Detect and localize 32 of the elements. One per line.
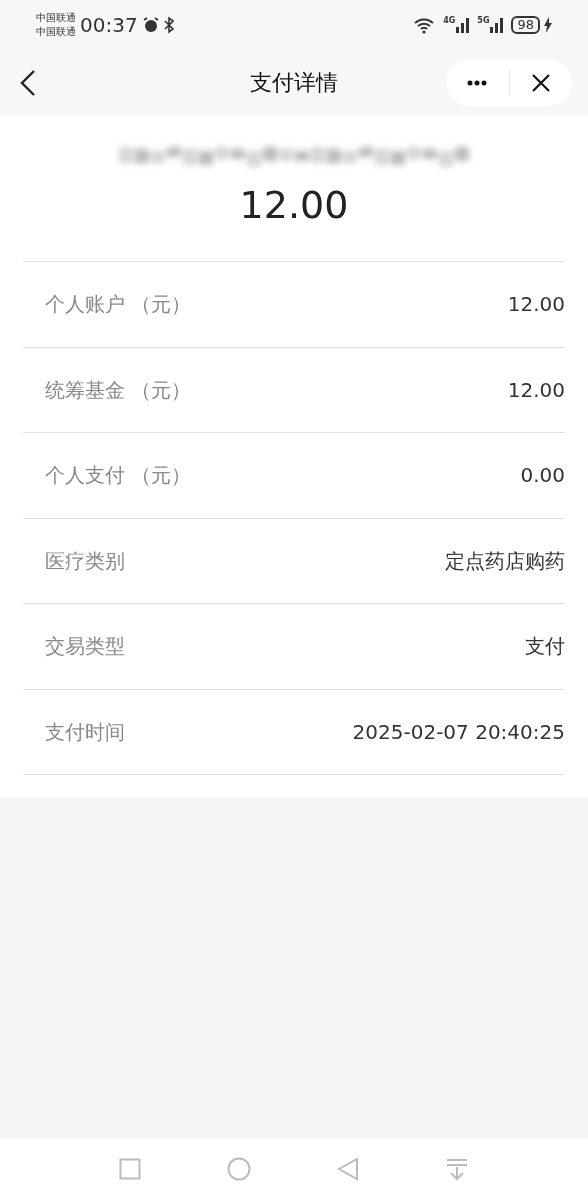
carrier-name: 中国联通	[36, 11, 76, 25]
down-arrow-icon[interactable]	[445, 1157, 469, 1181]
close-icon	[531, 73, 550, 92]
row-value: 12.00	[507, 291, 565, 319]
charging-icon	[544, 17, 552, 33]
network-type: 5G	[477, 16, 490, 25]
bluetooth-icon	[163, 16, 174, 34]
carrier-name: 中国联通	[36, 25, 76, 39]
row-label: 交易类型	[45, 633, 125, 661]
row-value: 0.00	[520, 462, 565, 490]
alarm-icon	[141, 16, 160, 34]
network-type: 4G	[443, 16, 456, 25]
home-icon[interactable]	[227, 1157, 251, 1181]
row-value: 支付	[525, 633, 565, 661]
signal-icon	[489, 16, 504, 34]
row-label: 个人支付 （元）	[45, 462, 192, 490]
recents-icon[interactable]	[119, 1158, 141, 1180]
more-icon	[467, 79, 488, 86]
page-title: 支付详情	[250, 69, 338, 97]
wifi-icon	[413, 16, 436, 34]
clock: 00:37	[80, 12, 138, 39]
signal-icon	[455, 16, 470, 34]
row-value: 12.00	[507, 376, 565, 404]
row-label: 医疗类别	[45, 547, 125, 575]
row-label: 个人账户 （元）	[45, 291, 192, 319]
back-icon[interactable]	[337, 1157, 359, 1181]
row-label: 统筹基金 （元）	[45, 376, 192, 404]
battery-level: 98	[511, 16, 540, 34]
payment-amount: 12.00	[239, 182, 349, 229]
row-value: 2025-02-07 20:40:25	[352, 718, 565, 746]
row-value: 定点药店购药	[445, 547, 565, 575]
row-label: 支付时间	[45, 718, 125, 746]
